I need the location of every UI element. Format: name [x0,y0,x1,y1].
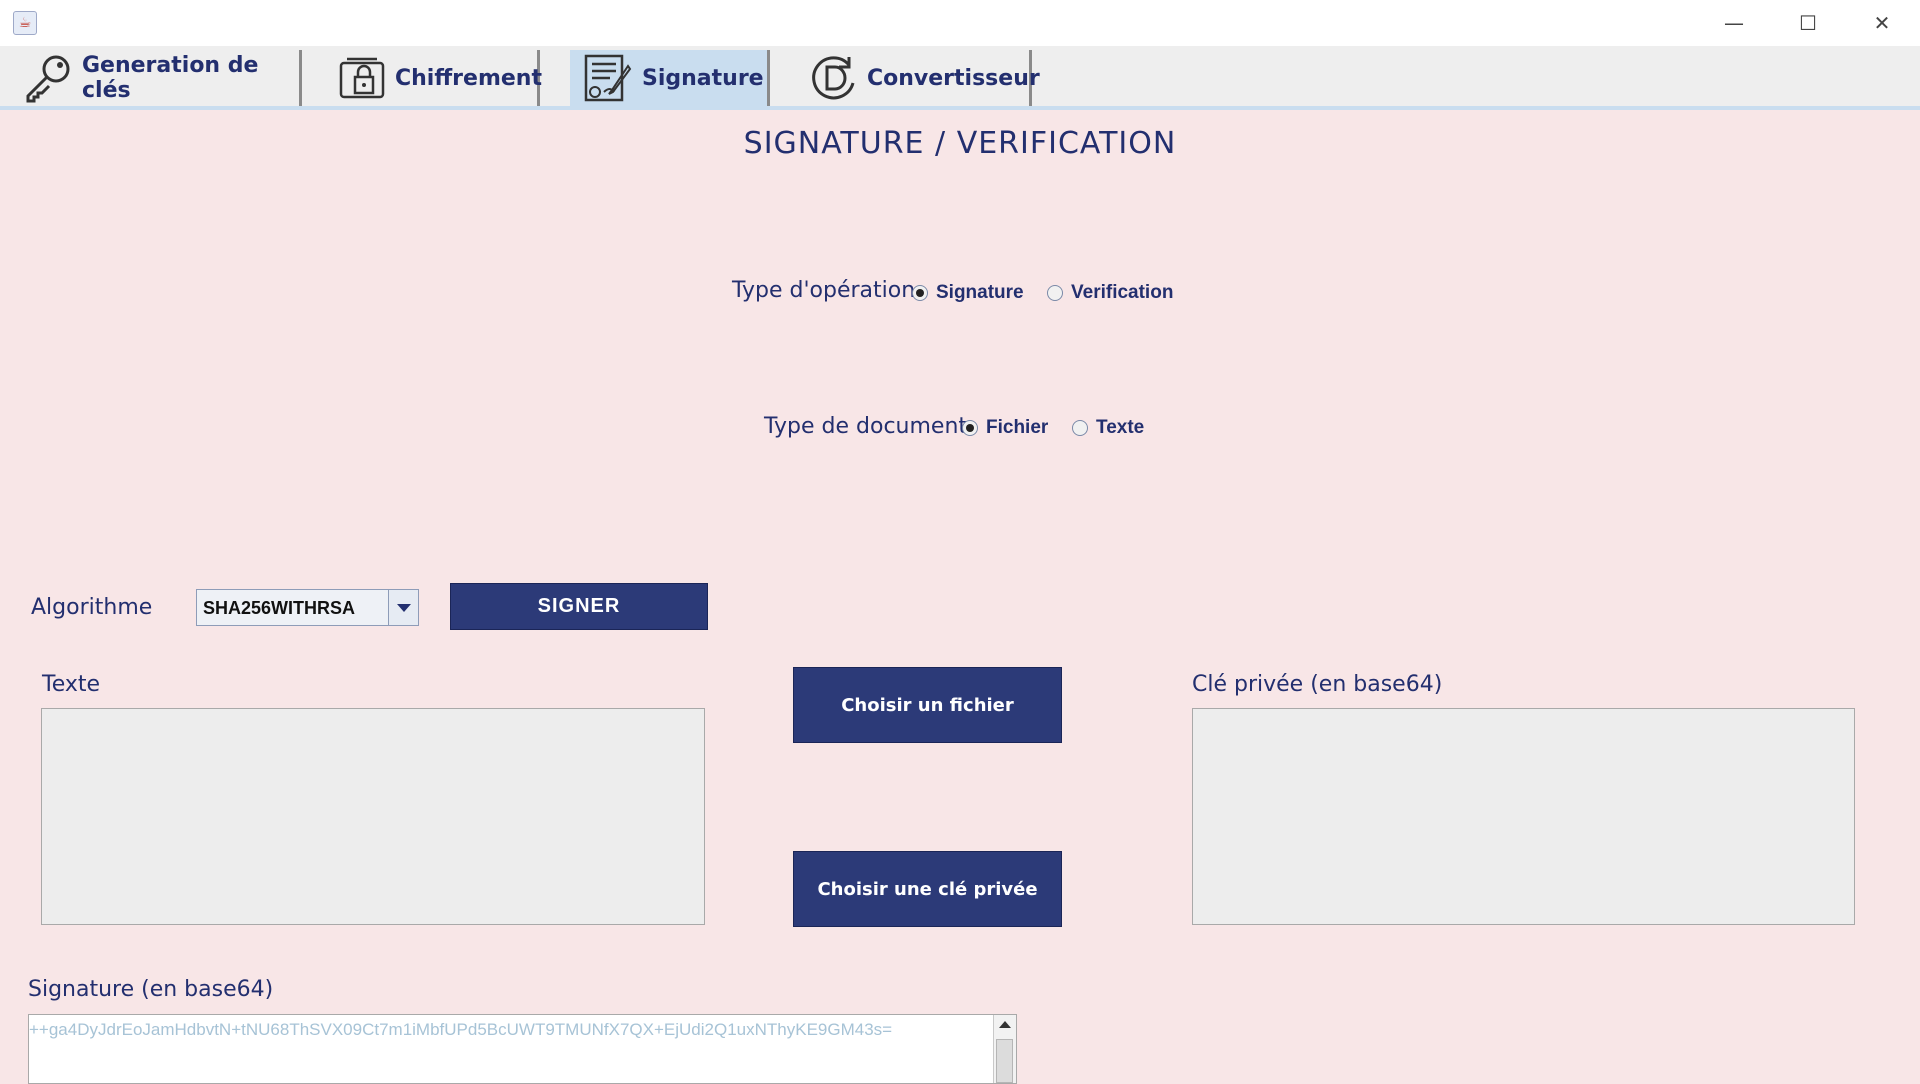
radio-signature-label: Signature [936,282,1024,303]
tab-convertisseur[interactable]: Convertisseur [797,50,1040,106]
page-title: SIGNATURE / VERIFICATION [743,126,1177,161]
radio-verification-label: Verification [1071,282,1174,303]
private-key-label: Clé privée (en base64) [1192,672,1443,697]
tab-generation-cles[interactable]: Generation de clés [10,50,302,106]
algorithm-select-value: SHA256WITHRSA [203,598,356,618]
radio-texte-label: Texte [1096,417,1145,438]
lock-icon [339,57,385,99]
title-bar: ☕ — ☐ ✕ [0,0,1920,47]
key-icon [26,55,70,103]
text-field-label: Texte [42,672,101,697]
tab-chiffrement[interactable]: Chiffrement [325,50,542,106]
tab-bar: Generation de clés Chiffrement Signature [0,46,1920,110]
radio-fichier[interactable]: Fichier [962,417,1048,439]
radio-texte-indicator[interactable] [1072,420,1088,436]
scroll-thumb[interactable] [996,1039,1013,1083]
vertical-scrollbar[interactable] [993,1015,1016,1083]
tab-label: Convertisseur [867,65,1040,91]
minimize-icon[interactable]: — [1697,0,1771,46]
radio-signature-indicator[interactable] [912,285,928,301]
signature-output-value: ++ga4DyJdrEoJamHdbvtN+tNU68ThSVX09Ct7m1i… [29,1020,893,1039]
scroll-up-arrow-icon[interactable] [999,1021,1011,1028]
algorithm-select[interactable]: SHA256WITHRSA [196,589,419,626]
choose-private-key-button[interactable]: Choisir une clé privée [793,851,1062,927]
maximize-icon[interactable]: ☐ [1771,0,1845,46]
radio-fichier-label: Fichier [986,417,1049,438]
radio-verification[interactable]: Verification [1047,282,1173,304]
tab-label: Chiffrement [395,65,542,91]
close-icon[interactable]: ✕ [1845,0,1919,46]
radio-signature[interactable]: Signature [912,282,1024,304]
radio-texte[interactable]: Texte [1072,417,1144,439]
signature-field-label: Signature (en base64) [28,977,274,1002]
radio-fichier-indicator[interactable] [962,420,978,436]
signature-output-area[interactable]: ++ga4DyJdrEoJamHdbvtN+tNU68ThSVX09Ct7m1i… [28,1014,1017,1084]
chevron-down-icon[interactable] [388,590,418,625]
tab-label: Generation de clés [82,53,259,103]
sign-button[interactable]: SIGNER [450,583,708,630]
choose-file-button[interactable]: Choisir un fichier [793,667,1062,743]
operation-type-label: Type d'opération [732,278,916,303]
signature-document-icon [584,54,632,102]
document-type-label: Type de document [764,414,968,439]
tab-signature[interactable]: Signature [570,50,770,106]
convert-icon [812,56,855,100]
algorithm-label: Algorithme [31,595,153,620]
radio-verification-indicator[interactable] [1047,285,1063,301]
java-app-icon: ☕ [13,11,37,35]
private-key-input-area[interactable] [1192,708,1855,925]
text-input-area[interactable] [41,708,705,925]
tab-label: Signature [642,65,764,91]
